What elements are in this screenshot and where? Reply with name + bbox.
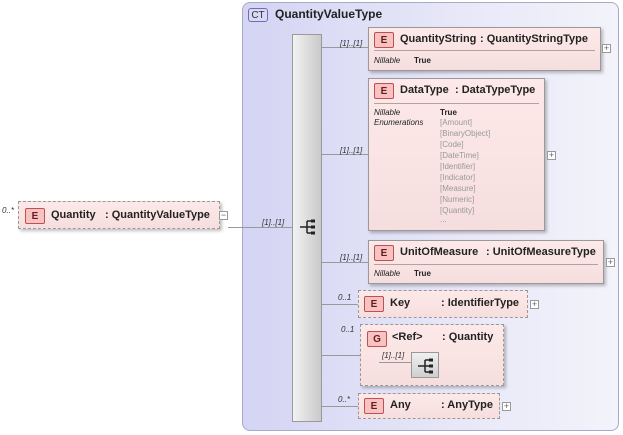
element-name: UnitOfMeasure (400, 246, 479, 258)
connector-line (379, 362, 411, 363)
enum-value: [Numeric] (440, 195, 475, 204)
inner-sequence-box[interactable] (411, 352, 439, 378)
collapse-icon[interactable]: − (219, 211, 228, 220)
prop-label: Nillable (374, 269, 401, 278)
element-any[interactable]: E Any : AnyType (358, 393, 500, 419)
expand-icon[interactable]: + (606, 258, 615, 267)
prop-value: True (414, 269, 431, 278)
enum-value: ... (440, 215, 447, 224)
element-name: Key (390, 297, 411, 309)
sequence-icon (300, 219, 315, 235)
element-name: Quantity (51, 209, 96, 221)
child-cardinality: 0..* (338, 395, 351, 404)
child-cardinality: 0..1 (341, 325, 355, 334)
element-badge: E (364, 398, 384, 414)
prop-label: Enumerations (374, 118, 424, 127)
complex-type-title: QuantityValueType (275, 7, 383, 21)
element-type: : IdentifierType (441, 297, 520, 309)
separator (374, 103, 539, 104)
separator (374, 50, 595, 51)
enum-value: [Measure] (440, 184, 476, 193)
child-cardinality: [1]..[1] (340, 146, 363, 155)
element-type: : DataTypeType (455, 84, 536, 96)
enum-value: [BinaryObject] (440, 129, 491, 138)
group-name: <Ref> (392, 331, 423, 343)
group-ref-quantity[interactable]: G <Ref> : Quantity [1]..[1] (360, 324, 504, 386)
sequence-icon (418, 358, 433, 374)
enum-value: [DateTime] (440, 151, 479, 160)
element-unit-of-measure[interactable]: E UnitOfMeasure : UnitOfMeasureType Nill… (368, 240, 604, 284)
enum-value: [Amount] (440, 118, 473, 127)
expand-icon[interactable]: + (530, 300, 539, 309)
child-cardinality: 0..1 (338, 293, 352, 302)
element-name: QuantityString (400, 33, 477, 45)
branch-line (322, 304, 358, 305)
child-cardinality: [1]..[1] (340, 39, 363, 48)
prop-value: True (440, 108, 457, 117)
complex-type-badge: CT (248, 8, 268, 22)
inner-cardinality: [1]..[1] (382, 351, 405, 360)
element-type: : UnitOfMeasureType (486, 246, 596, 258)
sequence-cardinality: [1]..[1] (262, 218, 285, 227)
group-type: : Quantity (442, 331, 494, 343)
element-type: : QuantityStringType (480, 33, 588, 45)
element-name: Any (390, 399, 411, 411)
root-cardinality: 0..* (2, 206, 15, 215)
prop-label: Nillable (374, 108, 401, 117)
element-key[interactable]: E Key : IdentifierType (358, 290, 528, 318)
connector-line (228, 227, 292, 228)
element-type: : QuantityValueType (105, 209, 210, 221)
element-quantity-string[interactable]: E QuantityString : QuantityStringType Ni… (368, 27, 601, 71)
enum-value: [Quantity] (440, 206, 475, 215)
enum-value: [Code] (440, 140, 464, 149)
expand-icon[interactable]: + (547, 151, 556, 160)
group-badge: G (367, 331, 387, 347)
expand-icon[interactable]: + (602, 44, 611, 53)
enum-value: [Indicator] (440, 173, 476, 182)
separator (374, 264, 598, 265)
element-badge: E (364, 296, 384, 312)
enum-value: [Identifier] (440, 162, 476, 171)
element-badge: E (374, 83, 394, 99)
element-name: DataType (400, 84, 449, 96)
element-badge: E (374, 32, 394, 48)
root-element-quantity[interactable]: E Quantity : QuantityValueType (18, 201, 220, 229)
element-type: : AnyType (441, 399, 493, 411)
child-cardinality: [1]..[1] (340, 253, 363, 262)
branch-line (322, 355, 360, 356)
branch-line (322, 406, 358, 407)
prop-value: True (414, 56, 431, 65)
element-data-type[interactable]: E DataType : DataTypeType Nillable True … (368, 78, 545, 231)
branch-line (322, 262, 368, 263)
expand-icon[interactable]: + (502, 402, 511, 411)
element-badge: E (374, 245, 394, 261)
prop-label: Nillable (374, 56, 401, 65)
element-badge: E (25, 208, 45, 224)
